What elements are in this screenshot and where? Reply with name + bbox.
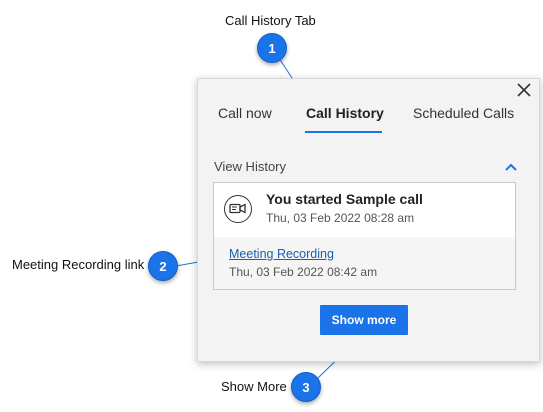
- callout-label-meeting-recording-link: Meeting Recording link: [12, 257, 145, 272]
- history-entry-time: Thu, 03 Feb 2022 08:28 am: [266, 211, 415, 225]
- history-entry-title: You started Sample call: [266, 191, 423, 207]
- history-entry-summary: You started Sample call Thu, 03 Feb 2022…: [214, 183, 515, 238]
- callout-badge-1: 1: [257, 33, 287, 63]
- history-entry-recording: Meeting Recording Thu, 03 Feb 2022 08:42…: [214, 237, 515, 289]
- tab-scheduled-calls[interactable]: Scheduled Calls: [413, 105, 514, 121]
- callout-label-call-history-tab: Call History Tab: [225, 13, 316, 28]
- history-entry: You started Sample call Thu, 03 Feb 2022…: [213, 182, 516, 290]
- callout-badge-2: 2: [148, 251, 178, 281]
- video-call-icon: [224, 195, 252, 223]
- tab-call-now[interactable]: Call now: [218, 105, 272, 121]
- call-panel: Call now Call History Scheduled Calls Vi…: [197, 78, 540, 362]
- recording-time: Thu, 03 Feb 2022 08:42 am: [229, 265, 378, 279]
- active-tab-indicator: [305, 131, 382, 133]
- chevron-up-icon[interactable]: [503, 159, 519, 175]
- show-more-button[interactable]: Show more: [320, 305, 408, 335]
- callout-badge-3: 3: [291, 372, 321, 402]
- meeting-recording-link[interactable]: Meeting Recording: [229, 247, 334, 261]
- callout-label-show-more: Show More: [221, 379, 287, 394]
- section-title-view-history: View History: [214, 159, 287, 174]
- close-icon[interactable]: [515, 81, 533, 99]
- tab-call-history[interactable]: Call History: [306, 105, 384, 121]
